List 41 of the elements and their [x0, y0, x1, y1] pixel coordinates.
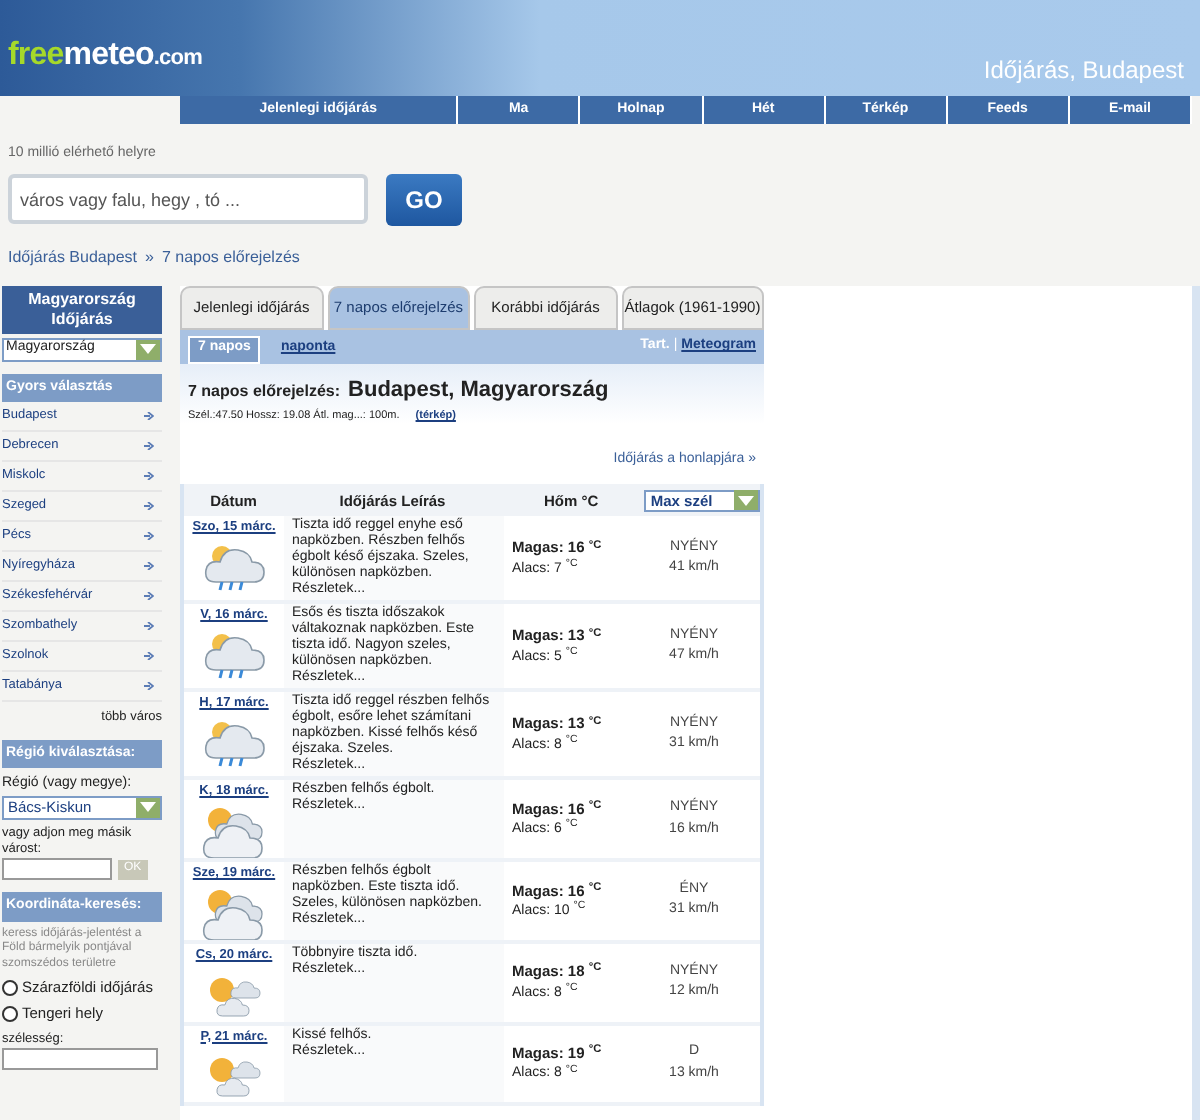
temperature-unit: °C	[565, 981, 578, 994]
temperature-unit: °C	[588, 799, 602, 812]
temperature-unit: °C	[565, 558, 578, 570]
temperature-unit: °C	[588, 962, 602, 975]
arrow-icon	[144, 652, 154, 660]
temperature-unit: °C	[565, 1063, 578, 1076]
arrow-icon	[144, 412, 154, 420]
arrow-icon	[144, 442, 154, 450]
arrow-icon	[144, 682, 154, 690]
go-button[interactable]: GO	[386, 173, 462, 225]
dropdown-arrow-icon	[733, 490, 758, 511]
search-field[interactable]: város vagy falu, hegy , tó ...	[8, 174, 368, 224]
place-title: Budapest, Magyarország	[348, 375, 609, 405]
sidebar-title: Magyarország Időjárás	[2, 285, 162, 333]
arrow-icon	[144, 592, 154, 600]
site-logo[interactable]: freemeteo.com	[8, 32, 202, 80]
dropdown-arrow-icon	[136, 339, 160, 359]
breadcrumb-link[interactable]: 7 napos előrejelzés	[161, 245, 300, 269]
temperature-unit: °C	[565, 734, 578, 746]
arrow-icon	[144, 502, 154, 510]
temperature-unit: °C	[565, 646, 578, 658]
temperature-unit: °C	[588, 1044, 602, 1057]
breadcrumb-separator: »	[145, 245, 154, 269]
breadcrumb-link[interactable]: Időjárás Budapest	[8, 245, 137, 269]
temperature-unit: °C	[588, 627, 602, 640]
temperature-unit: °C	[588, 881, 602, 894]
page-subtitle: Időjárás, Budapest	[983, 54, 1184, 88]
radio-icon[interactable]	[2, 1005, 18, 1022]
arrow-icon	[144, 532, 154, 540]
temperature-unit: °C	[588, 715, 602, 728]
dropdown-arrow-icon	[136, 797, 160, 818]
arrow-icon	[144, 562, 154, 570]
city-input-field[interactable]	[2, 858, 112, 880]
forecast-label: 7 napos előrejelzés:	[188, 379, 341, 403]
temperature-unit: °C	[573, 900, 586, 913]
radio-icon[interactable]	[2, 979, 18, 996]
temperature-unit: °C	[588, 539, 602, 552]
temperature-unit: °C	[565, 818, 578, 831]
arrow-icon	[144, 622, 154, 630]
latitude-input-field[interactable]	[2, 1048, 158, 1071]
arrow-icon	[144, 472, 154, 480]
